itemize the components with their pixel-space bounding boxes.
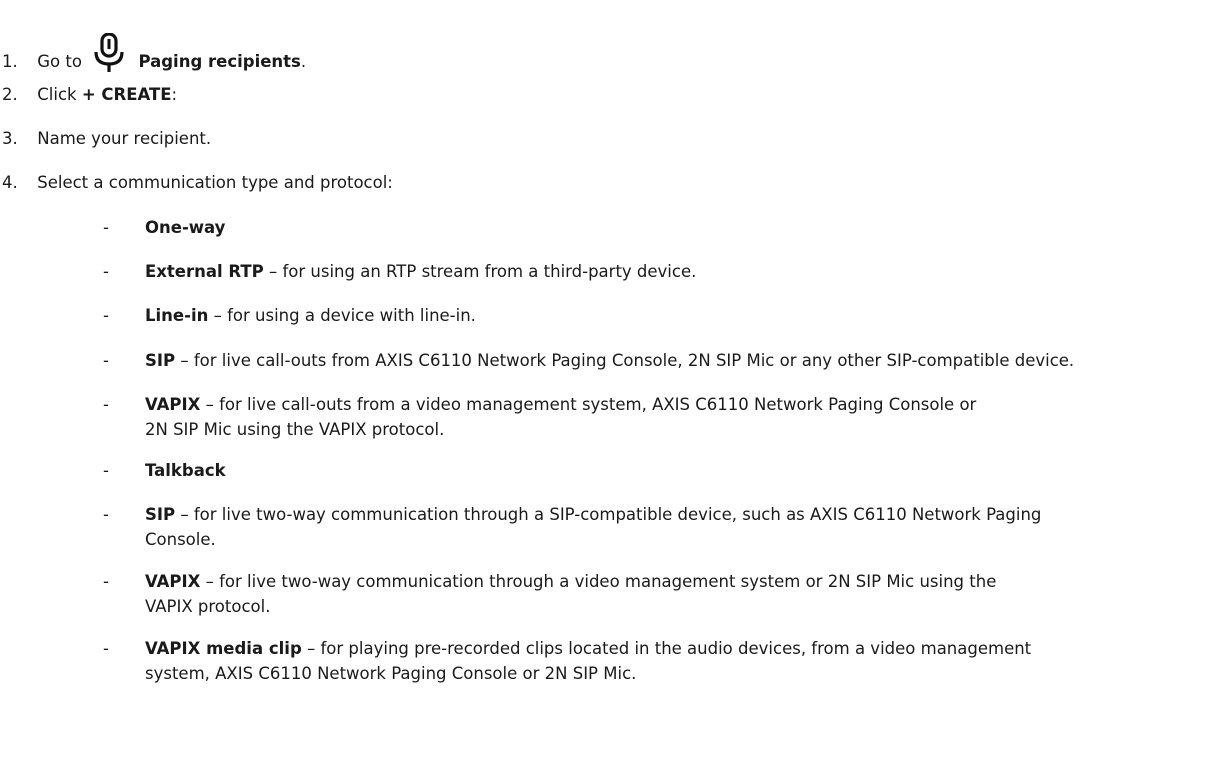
bullet-dash: - — [103, 572, 109, 591]
step-text: Go to — [37, 52, 82, 71]
bullet-dash: - — [103, 351, 109, 370]
option-description-cont: Console. — [145, 530, 216, 549]
list-item-one-way: - One-way — [103, 215, 1203, 240]
list-item-vapix-media-clip: - VAPIX media clip – for playing pre-rec… — [103, 636, 1203, 686]
option-title: Talkback — [145, 461, 226, 480]
option-title: VAPIX — [145, 572, 201, 591]
create-label: + CREATE — [81, 85, 172, 104]
option-title: VAPIX media clip — [145, 639, 302, 658]
option-title: External RTP — [145, 262, 264, 281]
list-item-vapix-oneway: - VAPIX – for live call-outs from a vide… — [103, 392, 1203, 442]
option-title: Line-in — [145, 306, 209, 325]
bullet-dash: - — [103, 262, 109, 281]
step-1: 1. Go to Paging recipients. — [0, 32, 306, 72]
bullet-dash: - — [103, 306, 109, 325]
option-description: – for live two-way communication through… — [175, 505, 1042, 524]
step-number: 4. — [2, 173, 18, 192]
option-description: – for playing pre-recorded clips located… — [301, 639, 1032, 658]
microphone-icon — [93, 32, 125, 73]
step-punct: . — [300, 52, 307, 71]
list-item-sip-oneway: - SIP – for live call-outs from AXIS C61… — [103, 348, 1203, 373]
step-number: 3. — [2, 129, 18, 148]
option-description: – for live call-outs from a video manage… — [200, 395, 977, 414]
option-title: SIP — [145, 351, 176, 370]
option-description: – for live two-way communication through… — [200, 572, 997, 591]
option-description: – for using an RTP stream from a third-p… — [263, 262, 697, 281]
step-text: Select a communication type and protocol… — [37, 173, 393, 192]
bullet-dash: - — [103, 218, 109, 237]
bullet-dash: - — [103, 639, 109, 658]
option-description: – for live call-outs from AXIS C6110 Net… — [175, 351, 1075, 370]
bullet-dash: - — [103, 395, 109, 414]
list-item-external-rtp: - External RTP – for using an RTP stream… — [103, 259, 1203, 284]
option-title: VAPIX — [145, 395, 201, 414]
option-description-cont: system, AXIS C6110 Network Paging Consol… — [145, 664, 637, 683]
step-text: Name your recipient. — [37, 129, 212, 148]
list-item-vapix-twoway: - VAPIX – for live two-way communication… — [103, 569, 1203, 619]
option-title: SIP — [145, 505, 176, 524]
step-number: 1. — [2, 52, 18, 71]
paging-recipients-label: Paging recipients — [138, 52, 301, 71]
list-item-talkback: - Talkback — [103, 458, 1203, 483]
option-title: One-way — [145, 218, 226, 237]
option-description: – for using a device with line-in. — [208, 306, 476, 325]
step-2: 2. Click + CREATE: — [0, 83, 177, 107]
step-text: Click — [37, 85, 77, 104]
list-item-line-in: - Line-in – for using a device with line… — [103, 303, 1203, 328]
bullet-dash: - — [103, 461, 109, 480]
step-punct: : — [171, 85, 178, 104]
option-description-cont: 2N SIP Mic using the VAPIX protocol. — [145, 420, 445, 439]
option-description-cont: VAPIX protocol. — [145, 597, 271, 616]
step-number: 2. — [2, 85, 18, 104]
bullet-dash: - — [103, 505, 109, 524]
step-3: 3. Name your recipient. — [0, 127, 211, 151]
list-item-sip-twoway: - SIP – for live two-way communication t… — [103, 502, 1203, 552]
step-4: 4. Select a communication type and proto… — [0, 171, 393, 195]
